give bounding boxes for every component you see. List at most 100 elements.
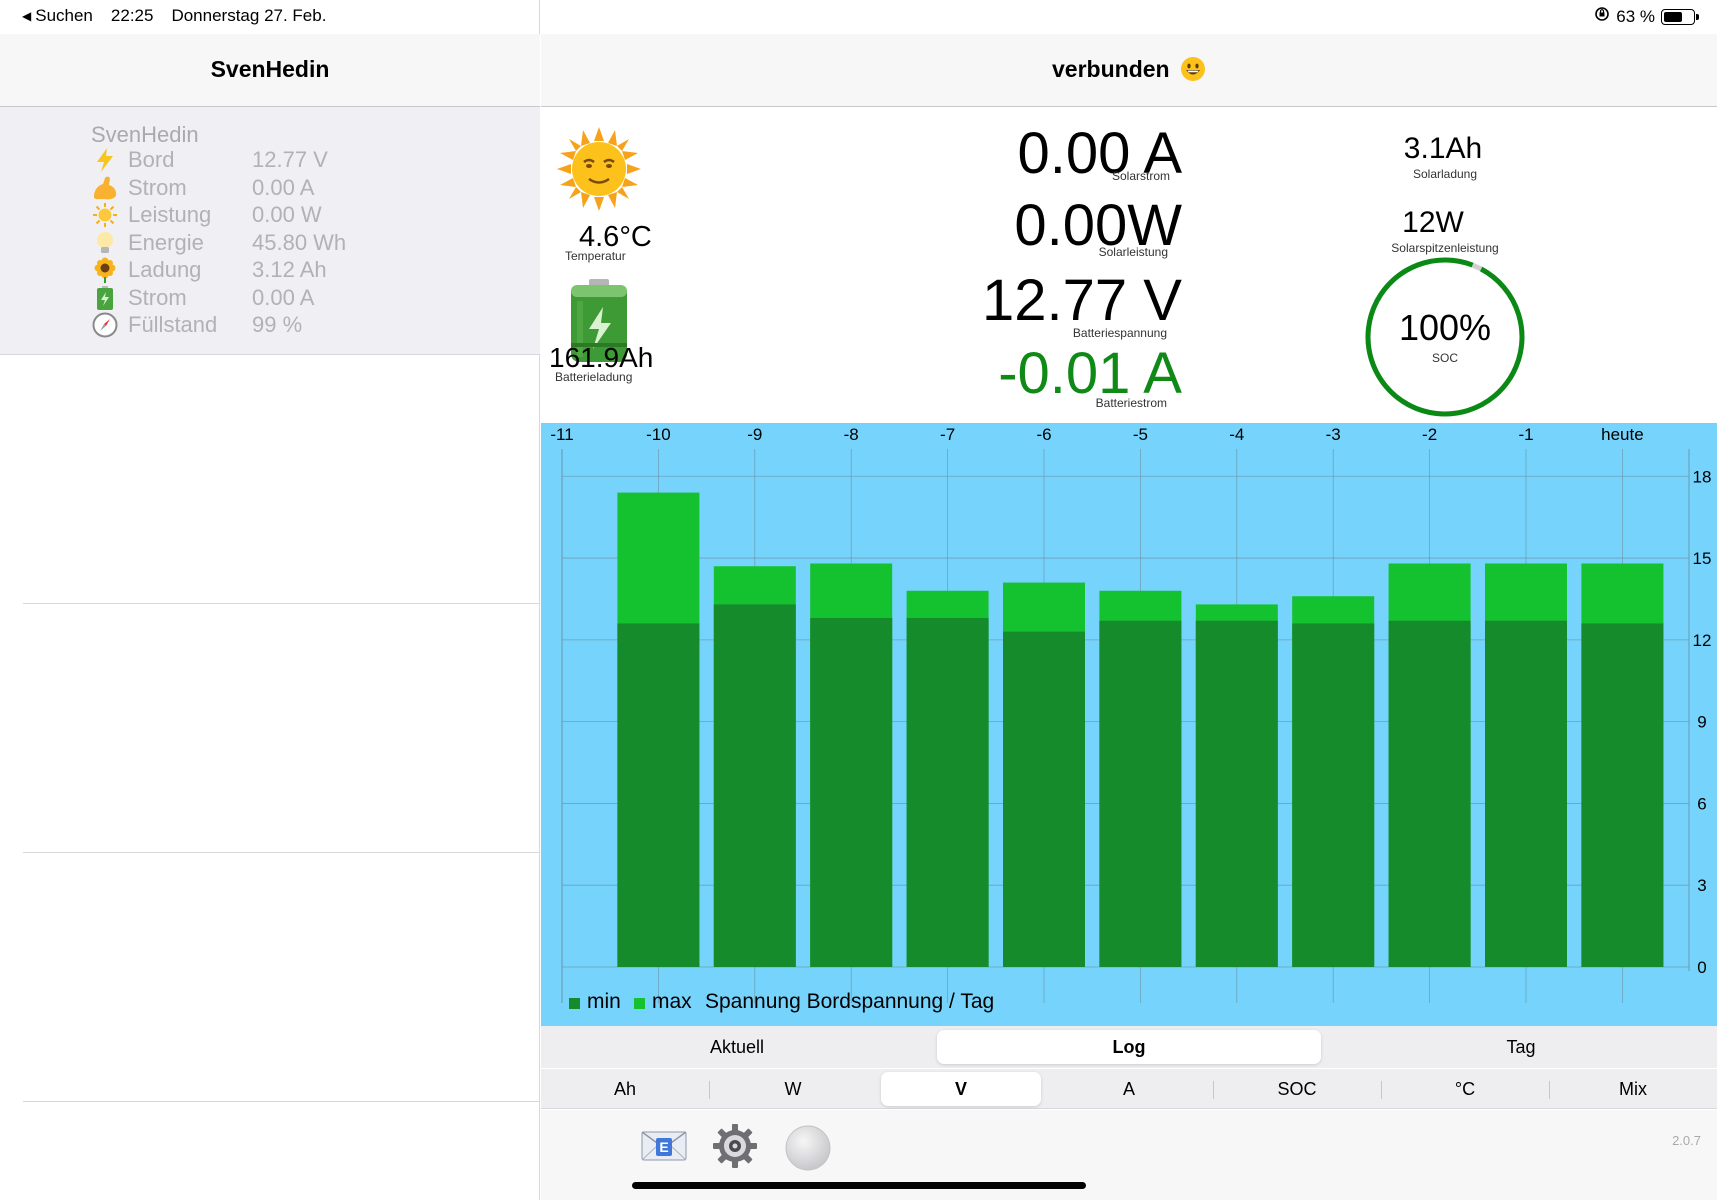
bar-min [810,618,893,967]
device-row-bord: Bord 12.77 V [91,147,531,174]
row-label: Strom [128,174,187,200]
bar-min [1099,620,1182,967]
row-label: Leistung [128,202,212,227]
right-nav-bar: verbunden [541,34,1717,107]
email-icon[interactable]: E [641,1128,687,1169]
home-indicator[interactable] [632,1182,1086,1189]
y-tick-label: 3 [1697,876,1706,895]
device-row-fuellstand: Füllstand 99 % [91,312,531,339]
bar-min [1195,620,1278,967]
row-value: 3.12 Ah [252,257,327,282]
row-label: Strom [128,284,187,310]
row-value: 0.00 A [252,284,315,310]
x-tick-label: -9 [747,425,762,444]
tab-unit-4[interactable]: SOC [1217,1072,1377,1106]
row-value: 0.00 A [252,174,315,200]
list-separator [23,603,540,604]
row-label: Ladung [128,257,202,282]
app-version: 2.0.7 [1672,1133,1701,1148]
svg-text:E: E [659,1139,668,1155]
row-label: Bord [128,147,175,172]
list-separator [23,852,540,853]
x-tick-label: -1 [1518,425,1533,444]
left-nav-bar: SvenHedin [0,34,540,107]
y-tick-label: 9 [1697,713,1706,732]
dashboard: 4.6°C Temperatur 161.9Ah Batterieladung … [541,107,1717,423]
tab-unit-2[interactable]: V [881,1072,1041,1106]
y-tick-label: 0 [1697,958,1706,977]
bottom-toolbar: E 2.0.7 [541,1110,1717,1200]
bar-min [617,623,700,967]
solar-charge-caption: Solarladung [1412,167,1478,181]
device-row-leistung: Leistung 0.00 W [91,202,531,229]
solar-power-caption: Solarleistung [1098,245,1168,259]
battery-charge-caption: Batterieladung [555,370,633,384]
device-list-item[interactable]: SvenHedin Bord 12.77 V Strom 0.00 A Leis… [0,107,540,355]
y-tick-label: 15 [1693,549,1712,568]
x-tick-label: heute [1601,425,1644,444]
tab-unit-6[interactable]: Mix [1553,1072,1713,1106]
sun-with-face-icon [557,127,641,211]
app-window: ◀ Suchen 22:25 Donnerstag 27. Feb. 63 % … [0,0,1717,1200]
view-segmented-control: Aktuell Log Tag [541,1026,1717,1068]
legend-swatch-max [634,998,645,1009]
row-value: 12.77 V [252,147,328,172]
segment-divider [709,1081,710,1099]
tab-unit-1[interactable]: W [713,1072,873,1106]
list-separator [23,1101,540,1102]
x-tick-label: -10 [646,425,671,444]
unit-segmented-control: Ah W V A SOC °C Mix [541,1069,1717,1109]
solar-peak-value: 12W [1402,206,1464,239]
segment-divider [1381,1081,1382,1099]
segment-divider [1549,1081,1550,1099]
battery-current-caption: Batteriestrom [1095,396,1167,410]
device-row-strom-battery: Strom 0.00 A [91,285,531,312]
bar-min [1485,620,1567,967]
soc-caption: SOC [1431,351,1458,365]
legend-label-max: max [652,990,692,1013]
legend-swatch-min [569,998,580,1009]
row-value: 0.00 W [252,202,322,227]
chart-svg: 18 15 12 9 6 3 0 -11 -10 -9 -8 -7 -6 -5 -4 -3 -2 -1 heute m… [550,425,1712,1013]
row-label: Energie [128,229,204,255]
row-value: 99 % [252,312,303,337]
x-tick-label: -3 [1326,425,1341,444]
device-name: SvenHedin [91,122,199,147]
legend-label-min: min [587,990,621,1013]
device-row-energie: Energie 45.80 Wh [91,230,531,257]
bar-min [1003,631,1085,967]
x-tick-label: -8 [844,425,859,444]
connection-status-title: verbunden [541,56,1717,88]
compass-icon [91,312,119,344]
tab-view-1[interactable]: Log [937,1030,1321,1064]
tab-unit-3[interactable]: A [1049,1072,1209,1106]
y-tick-label: 18 [1693,467,1712,486]
x-tick-label: -2 [1422,425,1437,444]
bar-min [1292,623,1375,967]
bar-min [906,618,989,967]
grinning-face-icon [1180,56,1206,88]
status-circle-icon[interactable] [785,1125,831,1176]
x-tick-label: -11 [550,425,573,444]
y-tick-label: 12 [1693,631,1712,650]
detail-pane: verbunden 4.6°C Temperatur 161.9Ah Batte… [541,0,1717,1200]
row-value: 45.80 Wh [252,229,347,255]
battery-voltage-value: 12.77 V [982,268,1182,333]
soc-gauge: 100% SOC [1363,255,1527,419]
tab-unit-5[interactable]: °C [1385,1072,1545,1106]
left-nav-title: SvenHedin [210,56,330,82]
battery-voltage-caption: Batteriespannung [1072,326,1167,340]
tab-view-2[interactable]: Tag [1329,1030,1713,1064]
tab-view-0[interactable]: Aktuell [545,1030,929,1064]
x-tick-label: -4 [1229,425,1244,444]
y-tick-label: 6 [1697,794,1706,813]
x-tick-label: -6 [1036,425,1051,444]
battery-current-value: -0.01 A [998,341,1182,406]
gear-icon[interactable] [712,1123,758,1174]
tab-unit-0[interactable]: Ah [545,1072,705,1106]
soc-value: 100% [1398,307,1492,348]
x-tick-label: -7 [940,425,955,444]
legend-text: Spannung Bordspannung / Tag [705,990,994,1013]
voltage-log-chart: 18 15 12 9 6 3 0 -11 -10 -9 -8 -7 -6 -5 -4 -3 -2 -1 heute m… [541,423,1717,1026]
bar-min [713,604,796,967]
